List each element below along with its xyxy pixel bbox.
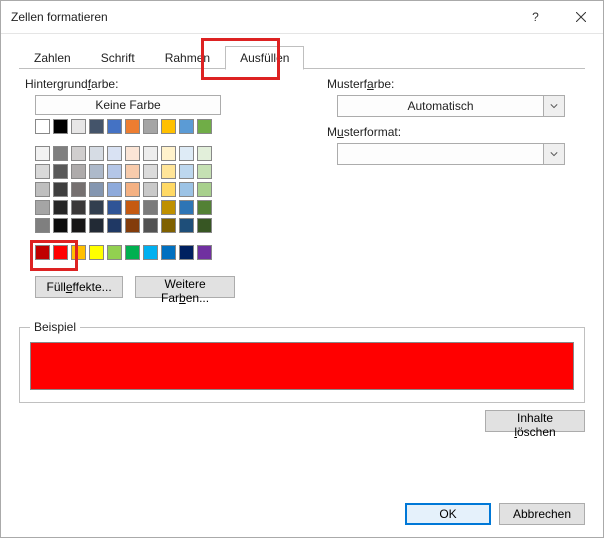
color-swatch[interactable]	[197, 164, 212, 179]
color-swatch[interactable]	[35, 146, 50, 161]
color-swatch[interactable]	[71, 119, 86, 134]
color-swatch[interactable]	[89, 245, 104, 260]
color-swatch[interactable]	[179, 200, 194, 215]
color-swatch[interactable]	[35, 164, 50, 179]
color-swatch[interactable]	[107, 164, 122, 179]
color-swatch[interactable]	[143, 218, 158, 233]
color-swatch[interactable]	[125, 182, 140, 197]
color-swatch[interactable]	[143, 146, 158, 161]
color-swatch[interactable]	[125, 164, 140, 179]
color-swatch[interactable]	[143, 200, 158, 215]
color-swatch[interactable]	[179, 146, 194, 161]
color-swatch[interactable]	[179, 245, 194, 260]
color-swatch[interactable]	[179, 182, 194, 197]
color-swatch[interactable]	[107, 245, 122, 260]
color-swatch[interactable]	[161, 245, 176, 260]
color-swatch[interactable]	[161, 200, 176, 215]
example-group: Beispiel	[19, 320, 585, 403]
color-swatch[interactable]	[107, 146, 122, 161]
color-swatch[interactable]	[161, 218, 176, 233]
color-swatch[interactable]	[53, 200, 68, 215]
tab-zahlen[interactable]: Zahlen	[19, 46, 86, 69]
color-swatch[interactable]	[197, 146, 212, 161]
color-swatch[interactable]	[89, 119, 104, 134]
pattern-format-combo[interactable]	[337, 143, 565, 165]
no-color-button[interactable]: Keine Farbe	[35, 95, 221, 115]
cancel-button[interactable]: Abbrechen	[499, 503, 585, 525]
color-swatch[interactable]	[161, 164, 176, 179]
color-swatch[interactable]	[89, 218, 104, 233]
color-swatch[interactable]	[179, 218, 194, 233]
color-swatch[interactable]	[107, 218, 122, 233]
tab-schrift[interactable]: Schrift	[86, 46, 150, 69]
pattern-format-label: Musterformat:	[327, 125, 585, 139]
tab-row: Zahlen Schrift Rahmen Ausfüllen	[1, 34, 603, 69]
color-swatch[interactable]	[53, 245, 68, 260]
color-swatch[interactable]	[53, 164, 68, 179]
color-swatch[interactable]	[143, 164, 158, 179]
color-swatch[interactable]	[107, 182, 122, 197]
color-swatch[interactable]	[35, 245, 50, 260]
color-swatch[interactable]	[71, 146, 86, 161]
color-swatch[interactable]	[89, 164, 104, 179]
chevron-down-icon	[543, 96, 564, 116]
color-swatch[interactable]	[197, 182, 212, 197]
pattern-color-value: Automatisch	[338, 99, 543, 113]
color-swatch[interactable]	[35, 200, 50, 215]
tab-rahmen[interactable]: Rahmen	[150, 46, 225, 69]
clear-contents-button[interactable]: Inhalte löschen	[485, 410, 585, 432]
color-swatch[interactable]	[197, 200, 212, 215]
color-swatch[interactable]	[71, 200, 86, 215]
color-swatch[interactable]	[71, 245, 86, 260]
more-colors-button[interactable]: Weitere Farben...	[135, 276, 235, 298]
color-swatch[interactable]	[125, 245, 140, 260]
color-swatch[interactable]	[35, 218, 50, 233]
color-swatch[interactable]	[71, 164, 86, 179]
color-swatch[interactable]	[89, 200, 104, 215]
color-swatch[interactable]	[143, 119, 158, 134]
color-swatch[interactable]	[89, 146, 104, 161]
pattern-color-label: Musterfarbe:	[327, 77, 585, 91]
color-swatch[interactable]	[89, 182, 104, 197]
color-swatch[interactable]	[53, 218, 68, 233]
color-swatch[interactable]	[71, 218, 86, 233]
color-swatch[interactable]	[125, 200, 140, 215]
example-preview	[30, 342, 574, 390]
fill-effects-button[interactable]: Fülleffekte...	[35, 276, 123, 298]
color-swatch[interactable]	[161, 119, 176, 134]
tab-ausfuellen[interactable]: Ausfüllen	[225, 46, 304, 70]
color-swatch[interactable]	[71, 182, 86, 197]
color-swatch[interactable]	[107, 200, 122, 215]
pattern-color-combo[interactable]: Automatisch	[337, 95, 565, 117]
background-color-label: Hintergrundfarbe:	[25, 77, 235, 91]
color-swatch[interactable]	[197, 245, 212, 260]
color-swatch[interactable]	[197, 119, 212, 134]
help-button[interactable]: ?	[513, 1, 558, 33]
color-swatch[interactable]	[161, 182, 176, 197]
color-swatch[interactable]	[125, 218, 140, 233]
color-swatch[interactable]	[35, 182, 50, 197]
color-swatch[interactable]	[161, 146, 176, 161]
example-label: Beispiel	[30, 320, 80, 334]
color-swatch[interactable]	[179, 119, 194, 134]
color-swatch[interactable]	[197, 218, 212, 233]
chevron-down-icon	[543, 144, 564, 164]
close-button[interactable]	[558, 1, 603, 33]
color-swatch[interactable]	[125, 146, 140, 161]
ok-button[interactable]: OK	[405, 503, 491, 525]
color-swatch[interactable]	[53, 182, 68, 197]
color-swatch[interactable]	[53, 146, 68, 161]
color-swatch[interactable]	[53, 119, 68, 134]
window-title: Zellen formatieren	[11, 10, 513, 24]
color-swatch[interactable]	[179, 164, 194, 179]
color-swatch[interactable]	[107, 119, 122, 134]
color-swatch[interactable]	[35, 119, 50, 134]
color-swatch[interactable]	[143, 182, 158, 197]
color-swatch[interactable]	[143, 245, 158, 260]
color-swatch[interactable]	[125, 119, 140, 134]
